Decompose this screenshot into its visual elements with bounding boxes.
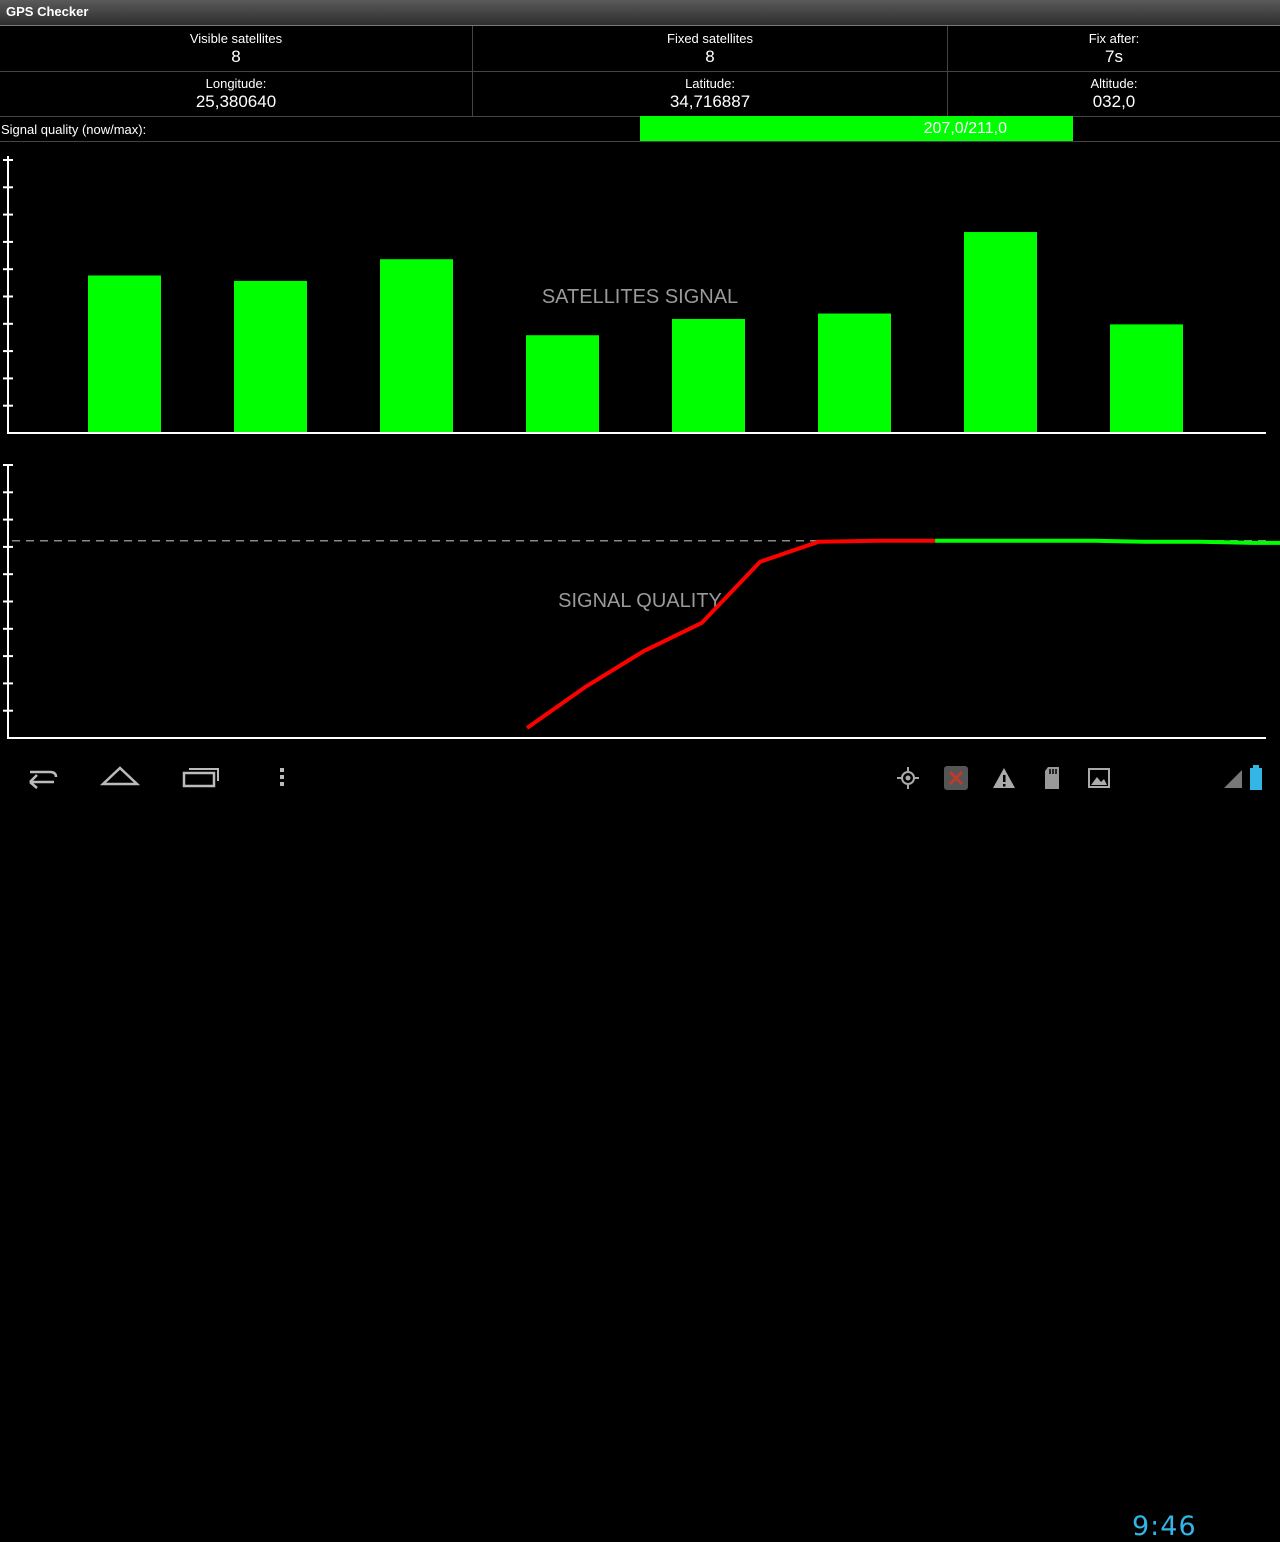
quality-rising-series [525, 538, 936, 730]
latitude-label: Latitude: [685, 76, 735, 91]
satellite-signal-bar [672, 318, 745, 433]
warning-icon [993, 768, 1015, 788]
signal-quality-label: Signal quality (now/max): [1, 122, 147, 137]
gallery-icon [1088, 768, 1110, 788]
satellites-signal-title: SATELLITES SIGNAL [542, 286, 738, 308]
satellite-signal-bar [380, 259, 453, 433]
recent-apps-icon [182, 768, 219, 788]
satellite-signal-bar [964, 232, 1037, 433]
altitude-label: Altitude: [1090, 76, 1138, 91]
app-notification-icon [944, 766, 968, 790]
satellites-signal-chart: SATELLITES SIGNAL [3, 156, 1266, 434]
satellite-info-row: Visible satellites 8 Fixed satellites 8 … [0, 26, 1280, 72]
visible-satellites-value: 8 [231, 47, 241, 66]
quality-stable-series [935, 538, 1280, 545]
fixed-satellites-value: 8 [705, 47, 715, 66]
latitude-value: 34,716887 [669, 92, 751, 111]
longitude-label: Longitude: [205, 76, 267, 91]
signal-quality-text: 207,0/211,0 [923, 120, 1007, 137]
visible-satellites-cell: Visible satellites 8 [0, 26, 473, 71]
menu-button[interactable] [272, 764, 292, 790]
fixed-satellites-cell: Fixed satellites 8 [473, 26, 948, 71]
fixed-satellites-label: Fixed satellites [667, 31, 753, 46]
latitude-cell: Latitude: 34,716887 [473, 71, 948, 116]
gps-icon [897, 767, 919, 789]
status-clock: 9:46 [1132, 1511, 1197, 1542]
back-button[interactable] [20, 764, 60, 790]
satellite-signal-bar [88, 275, 161, 433]
altitude-value: 032,0 [1092, 92, 1136, 111]
signal-icon [1224, 770, 1242, 788]
fix-after-value: 7s [1105, 47, 1123, 66]
overflow-menu-icon [280, 768, 284, 786]
signal-quality-row: Signal quality (now/max): 207,0/211,0 [0, 116, 1280, 142]
longitude-cell: Longitude: 25,380640 [0, 71, 473, 116]
altitude-cell: Altitude: 032,0 [948, 71, 1280, 116]
position-info-row: Longitude: 25,380640 Latitude: 34,716887… [0, 71, 1280, 117]
longitude-value: 25,380640 [195, 92, 277, 111]
home-icon [100, 766, 140, 786]
satellite-signal-bar [526, 335, 599, 433]
fix-after-cell: Fix after: 7s [948, 26, 1280, 71]
signal-quality-bar: 207,0/211,0 [640, 116, 1280, 141]
satellite-signal-bar [1110, 324, 1183, 433]
sd-card-icon [1045, 767, 1059, 789]
recent-apps-button[interactable] [180, 764, 220, 790]
app-title: GPS Checker [6, 4, 89, 19]
satellite-signal-bar [234, 280, 307, 433]
satellite-signal-bar [818, 313, 891, 433]
signal-quality-title: SIGNAL QUALITY [558, 590, 722, 612]
title-bar: GPS Checker [0, 0, 1280, 26]
visible-satellites-label: Visible satellites [189, 31, 283, 46]
battery-icon [1250, 765, 1262, 790]
signal-quality-chart: SIGNAL QUALITY [3, 464, 1280, 739]
back-arrow-icon [29, 770, 58, 789]
fix-after-label: Fix after: [1088, 31, 1140, 46]
home-button[interactable] [100, 764, 140, 790]
system-navigation-bar: 9:46 [0, 752, 1280, 1542]
